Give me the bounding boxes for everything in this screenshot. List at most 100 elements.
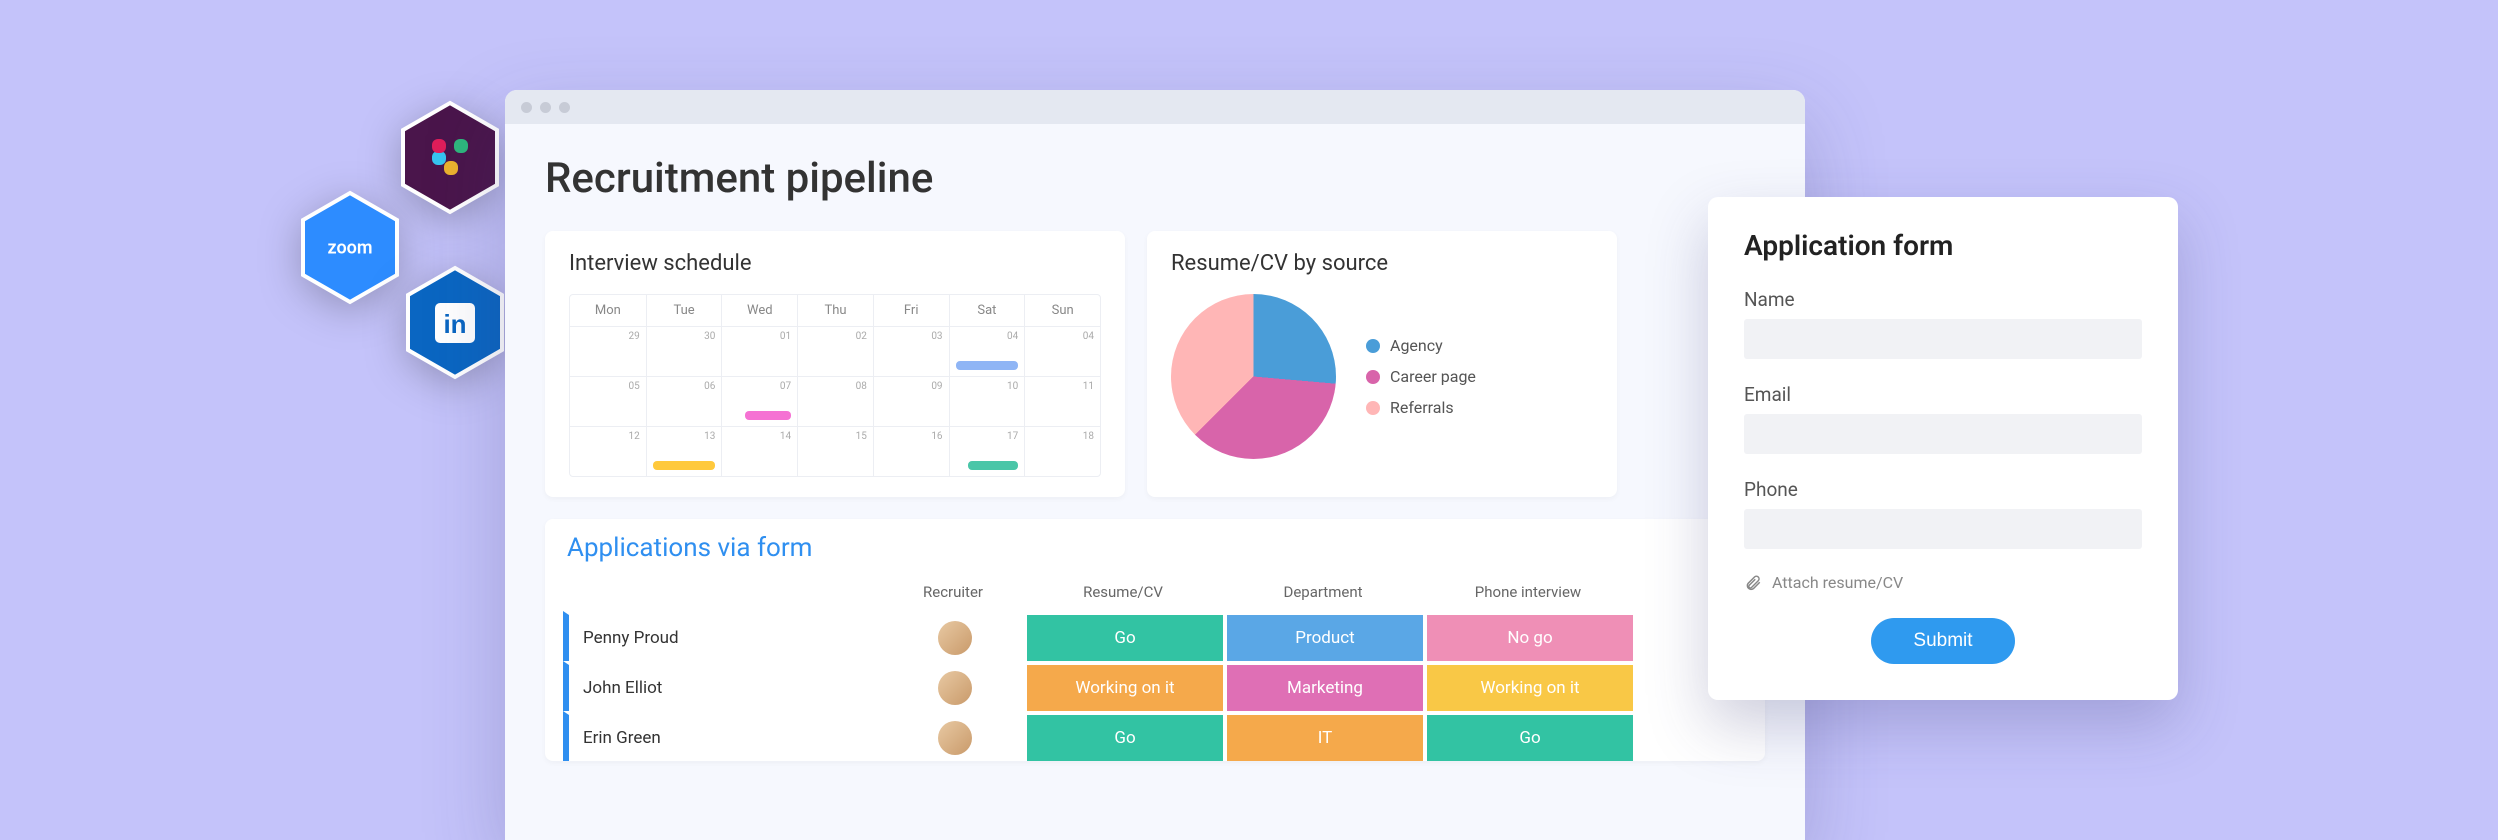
applications-card: Applications via form RecruiterResume/CV… xyxy=(545,519,1765,761)
interview-schedule-card: Interview schedule MonTueWedThuFriSatSun… xyxy=(545,231,1125,497)
calendar-day-number: 18 xyxy=(1083,431,1094,442)
calendar-day-header: Sat xyxy=(949,295,1025,326)
applicant-name[interactable]: Penny Proud xyxy=(563,611,883,661)
application-form-card: Application form Name Email Phone Attach… xyxy=(1708,197,2178,700)
calendar-day-header: Mon xyxy=(570,295,646,326)
resume-status[interactable]: Go xyxy=(1023,611,1223,661)
department-cell[interactable]: Marketing xyxy=(1223,661,1423,711)
calendar-day-number: 15 xyxy=(856,431,867,442)
calendar-day-number: 12 xyxy=(628,431,639,442)
calendar-day-header: Sun xyxy=(1024,295,1100,326)
calendar-day-number: 05 xyxy=(628,381,639,392)
form-title: Application form xyxy=(1744,229,2142,262)
column-header xyxy=(563,573,883,611)
pie-legend: AgencyCareer pageReferrals xyxy=(1366,336,1476,417)
zoom-integration-icon: zoom xyxy=(300,190,400,305)
avatar-icon xyxy=(938,721,972,755)
page-title: Recruitment pipeline xyxy=(545,154,1765,203)
calendar-cell[interactable]: 06 xyxy=(646,376,722,426)
pie-chart xyxy=(1171,294,1336,459)
calendar-cell[interactable]: 03 xyxy=(873,326,949,376)
calendar-day-number: 04 xyxy=(1007,331,1018,342)
calendar-cell[interactable]: 13 xyxy=(646,426,722,476)
calendar-day-header: Wed xyxy=(721,295,797,326)
phone-interview-status[interactable]: Go xyxy=(1423,711,1633,761)
name-input[interactable] xyxy=(1744,319,2142,359)
submit-button[interactable]: Submit xyxy=(1871,618,2014,664)
calendar-cell[interactable]: 08 xyxy=(797,376,873,426)
resume-source-card: Resume/CV by source AgencyCareer pageRef… xyxy=(1147,231,1617,497)
phone-interview-status[interactable]: No go xyxy=(1423,611,1633,661)
legend-swatch-icon xyxy=(1366,339,1380,353)
calendar-cell[interactable]: 09 xyxy=(873,376,949,426)
calendar-cell[interactable]: 18 xyxy=(1024,426,1100,476)
calendar[interactable]: MonTueWedThuFriSatSun 293001020304040506… xyxy=(569,294,1101,477)
calendar-event[interactable] xyxy=(956,361,1019,370)
calendar-day-number: 01 xyxy=(780,331,791,342)
calendar-cell[interactable]: 04 xyxy=(949,326,1025,376)
email-label: Email xyxy=(1744,383,2142,406)
card-title: Interview schedule xyxy=(569,251,1101,276)
calendar-cell[interactable]: 01 xyxy=(721,326,797,376)
calendar-cell[interactable]: 15 xyxy=(797,426,873,476)
calendar-cell[interactable]: 12 xyxy=(570,426,646,476)
calendar-event[interactable] xyxy=(968,461,1018,470)
traffic-dot-icon xyxy=(540,102,551,113)
window-titlebar xyxy=(505,90,1805,124)
calendar-cell[interactable]: 04 xyxy=(1024,326,1100,376)
calendar-day-number: 17 xyxy=(1007,431,1018,442)
name-label: Name xyxy=(1744,288,2142,311)
calendar-day-header: Tue xyxy=(646,295,722,326)
resume-status[interactable]: Working on it xyxy=(1023,661,1223,711)
resume-status[interactable]: Go xyxy=(1023,711,1223,761)
calendar-cell[interactable]: 10 xyxy=(949,376,1025,426)
calendar-cell[interactable]: 17 xyxy=(949,426,1025,476)
applicant-name[interactable]: Erin Green xyxy=(563,711,883,761)
recruiter-avatar[interactable] xyxy=(883,611,1023,661)
calendar-day-header: Fri xyxy=(873,295,949,326)
calendar-cell[interactable]: 30 xyxy=(646,326,722,376)
traffic-dot-icon xyxy=(521,102,532,113)
calendar-day-number: 08 xyxy=(856,381,867,392)
legend-label: Agency xyxy=(1390,336,1443,355)
calendar-day-number: 10 xyxy=(1007,381,1018,392)
browser-window: Recruitment pipeline Interview schedule … xyxy=(505,90,1805,840)
applicant-name[interactable]: John Elliot xyxy=(563,661,883,711)
traffic-dot-icon xyxy=(559,102,570,113)
calendar-cell[interactable]: 14 xyxy=(721,426,797,476)
legend-swatch-icon xyxy=(1366,370,1380,384)
attach-label: Attach resume/CV xyxy=(1772,573,1903,592)
department-cell[interactable]: Product xyxy=(1223,611,1423,661)
email-input[interactable] xyxy=(1744,414,2142,454)
calendar-day-number: 02 xyxy=(856,331,867,342)
calendar-event[interactable] xyxy=(745,411,791,420)
legend-swatch-icon xyxy=(1366,401,1380,415)
calendar-cell[interactable]: 16 xyxy=(873,426,949,476)
calendar-event[interactable] xyxy=(653,461,716,470)
linkedin-integration-icon: in xyxy=(405,265,505,380)
calendar-day-number: 06 xyxy=(704,381,715,392)
phone-label: Phone xyxy=(1744,478,2142,501)
recruiter-avatar[interactable] xyxy=(883,711,1023,761)
calendar-cell[interactable]: 07 xyxy=(721,376,797,426)
column-header: Department xyxy=(1223,573,1423,611)
card-title: Resume/CV by source xyxy=(1171,251,1593,276)
calendar-day-number: 11 xyxy=(1083,381,1094,392)
calendar-cell[interactable]: 05 xyxy=(570,376,646,426)
legend-item: Referrals xyxy=(1366,398,1476,417)
department-cell[interactable]: IT xyxy=(1223,711,1423,761)
calendar-cell[interactable]: 02 xyxy=(797,326,873,376)
calendar-cell[interactable]: 29 xyxy=(570,326,646,376)
phone-input[interactable] xyxy=(1744,509,2142,549)
calendar-cell[interactable]: 11 xyxy=(1024,376,1100,426)
calendar-day-number: 29 xyxy=(628,331,639,342)
avatar-icon xyxy=(938,671,972,705)
column-header: Resume/CV xyxy=(1023,573,1223,611)
attach-resume-link[interactable]: Attach resume/CV xyxy=(1744,573,2142,592)
calendar-day-number: 04 xyxy=(1083,331,1094,342)
paperclip-icon xyxy=(1744,574,1762,592)
calendar-day-number: 14 xyxy=(780,431,791,442)
slack-integration-icon xyxy=(400,100,500,215)
recruiter-avatar[interactable] xyxy=(883,661,1023,711)
phone-interview-status[interactable]: Working on it xyxy=(1423,661,1633,711)
